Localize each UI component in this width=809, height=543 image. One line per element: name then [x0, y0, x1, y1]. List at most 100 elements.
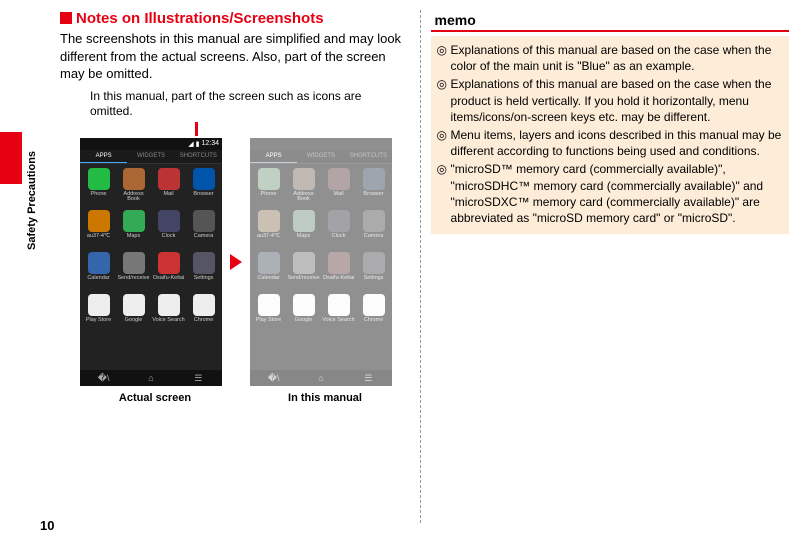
app-item: Mail [322, 168, 355, 208]
app-icon [158, 252, 180, 274]
app-item: Chrome [187, 294, 220, 334]
app-label: au37-4℃ [257, 234, 280, 240]
app-item: Calendar [82, 252, 115, 292]
app-item: Voice Search [322, 294, 355, 334]
memo-heading: memo [431, 12, 789, 32]
app-label: Address Book [117, 192, 150, 203]
screenshot-comparison: ◢ ▮ 12:34 APPS WIDGETS SHORTCUTS Phone Ad… [80, 138, 405, 386]
memo-text: Explanations of this manual are based on… [451, 76, 783, 125]
app-label: Clock [332, 234, 346, 240]
tab-apps: APPS [80, 150, 127, 163]
phone-nav-icon: �\ [98, 373, 110, 383]
app-item: Address Book [117, 168, 150, 208]
section-heading: Notes on Illustrations/Screenshots [60, 10, 405, 27]
app-icon [293, 294, 315, 316]
app-item: au37-4℃ [82, 210, 115, 250]
app-item: Phone [82, 168, 115, 208]
app-icon [258, 294, 280, 316]
app-label: Camera [194, 234, 214, 240]
app-label: Address Book [287, 192, 320, 203]
app-item: Browser [187, 168, 220, 208]
app-item: Play Store [252, 294, 285, 334]
app-label: Camera [364, 234, 384, 240]
app-icon [88, 210, 110, 232]
app-item: Google [287, 294, 320, 334]
app-item: Osaifu-Keitai [152, 252, 185, 292]
app-icon [88, 252, 110, 274]
phone-actual: ◢ ▮ 12:34 APPS WIDGETS SHORTCUTS Phone Ad… [80, 138, 222, 386]
memo-text: "microSD™ memory card (commercially avai… [451, 161, 783, 226]
side-section-label: Safety Precautions [26, 120, 38, 250]
app-label: Phone [91, 192, 107, 198]
app-icon [363, 210, 385, 232]
app-item: Maps [117, 210, 150, 250]
app-icon [193, 294, 215, 316]
memo-box: ◎Explanations of this manual are based o… [431, 36, 789, 234]
memo-text: Explanations of this manual are based on… [451, 42, 783, 74]
app-label: Send/receive [117, 276, 149, 282]
app-icon [88, 294, 110, 316]
app-icon [158, 210, 180, 232]
app-label: Chrome [364, 318, 384, 324]
app-label: Clock [162, 234, 176, 240]
page-number: 10 [40, 518, 54, 533]
app-icon [123, 252, 145, 274]
callout-line-icon [195, 122, 198, 136]
app-item: Google [117, 294, 150, 334]
memo-item: ◎Explanations of this manual are based o… [437, 42, 783, 74]
app-label: Send/receive [287, 276, 319, 282]
app-label: Google [295, 318, 313, 324]
app-item: Play Store [82, 294, 115, 334]
status-time: 12:34 [201, 140, 219, 147]
phone-manual: APPS WIDGETS SHORTCUTS PhoneAddress Book… [250, 138, 392, 386]
app-icon [123, 210, 145, 232]
nav-bar: �\ ⌂ ☰ [80, 370, 222, 386]
memo-item: ◎"microSD™ memory card (commercially ava… [437, 161, 783, 226]
recent-nav-icon-m: ☰ [362, 373, 374, 383]
right-column: memo ◎Explanations of this manual are ba… [420, 10, 789, 523]
app-label: Osaifu-Keitai [323, 276, 355, 282]
app-icon [363, 294, 385, 316]
app-icon [328, 168, 350, 190]
app-icon [258, 168, 280, 190]
caption-manual: In this manual [250, 392, 400, 404]
memo-text: Menu items, layers and icons described i… [451, 127, 783, 159]
app-item: Clock [322, 210, 355, 250]
memo-bullet-icon: ◎ [437, 127, 451, 159]
app-label: Maps [127, 234, 140, 240]
app-icon [193, 252, 215, 274]
app-label: Voice Search [152, 318, 184, 324]
memo-item: ◎Menu items, layers and icons described … [437, 127, 783, 159]
app-label: Osaifu-Keitai [153, 276, 185, 282]
app-label: au37-4℃ [87, 234, 110, 240]
app-label: Browser [363, 192, 383, 198]
recent-nav-icon: ☰ [192, 373, 204, 383]
app-item: Clock [152, 210, 185, 250]
phone-tabs: APPS WIDGETS SHORTCUTS [80, 150, 222, 164]
app-item: Chrome [357, 294, 390, 334]
memo-bullet-icon: ◎ [437, 161, 451, 226]
memo-item: ◎Explanations of this manual are based o… [437, 76, 783, 125]
app-item: Send/receive [117, 252, 150, 292]
app-icon [363, 252, 385, 274]
caption-actual: Actual screen [80, 392, 230, 404]
memo-bullet-icon: ◎ [437, 76, 451, 125]
app-label: Settings [194, 276, 214, 282]
app-label: Google [125, 318, 143, 324]
home-nav-icon: ⌂ [145, 373, 157, 383]
app-label: Settings [364, 276, 384, 282]
phone-nav-icon-m: �\ [268, 373, 280, 383]
app-label: Phone [261, 192, 277, 198]
battery-icon: ▮ [196, 140, 200, 148]
app-item: Osaifu-Keitai [322, 252, 355, 292]
screenshot-captions: Actual screen In this manual [80, 392, 405, 404]
app-icon [258, 252, 280, 274]
app-grid-actual: PhoneAddress BookMailBrowserau37-4℃MapsC… [80, 164, 222, 338]
app-item: Settings [187, 252, 220, 292]
app-icon [293, 168, 315, 190]
app-item: Maps [287, 210, 320, 250]
home-nav-icon-m: ⌂ [315, 373, 327, 383]
nav-bar-m: �\ ⌂ ☰ [250, 370, 392, 386]
status-bar: ◢ ▮ 12:34 [80, 138, 222, 150]
signal-icon: ◢ [188, 140, 193, 148]
